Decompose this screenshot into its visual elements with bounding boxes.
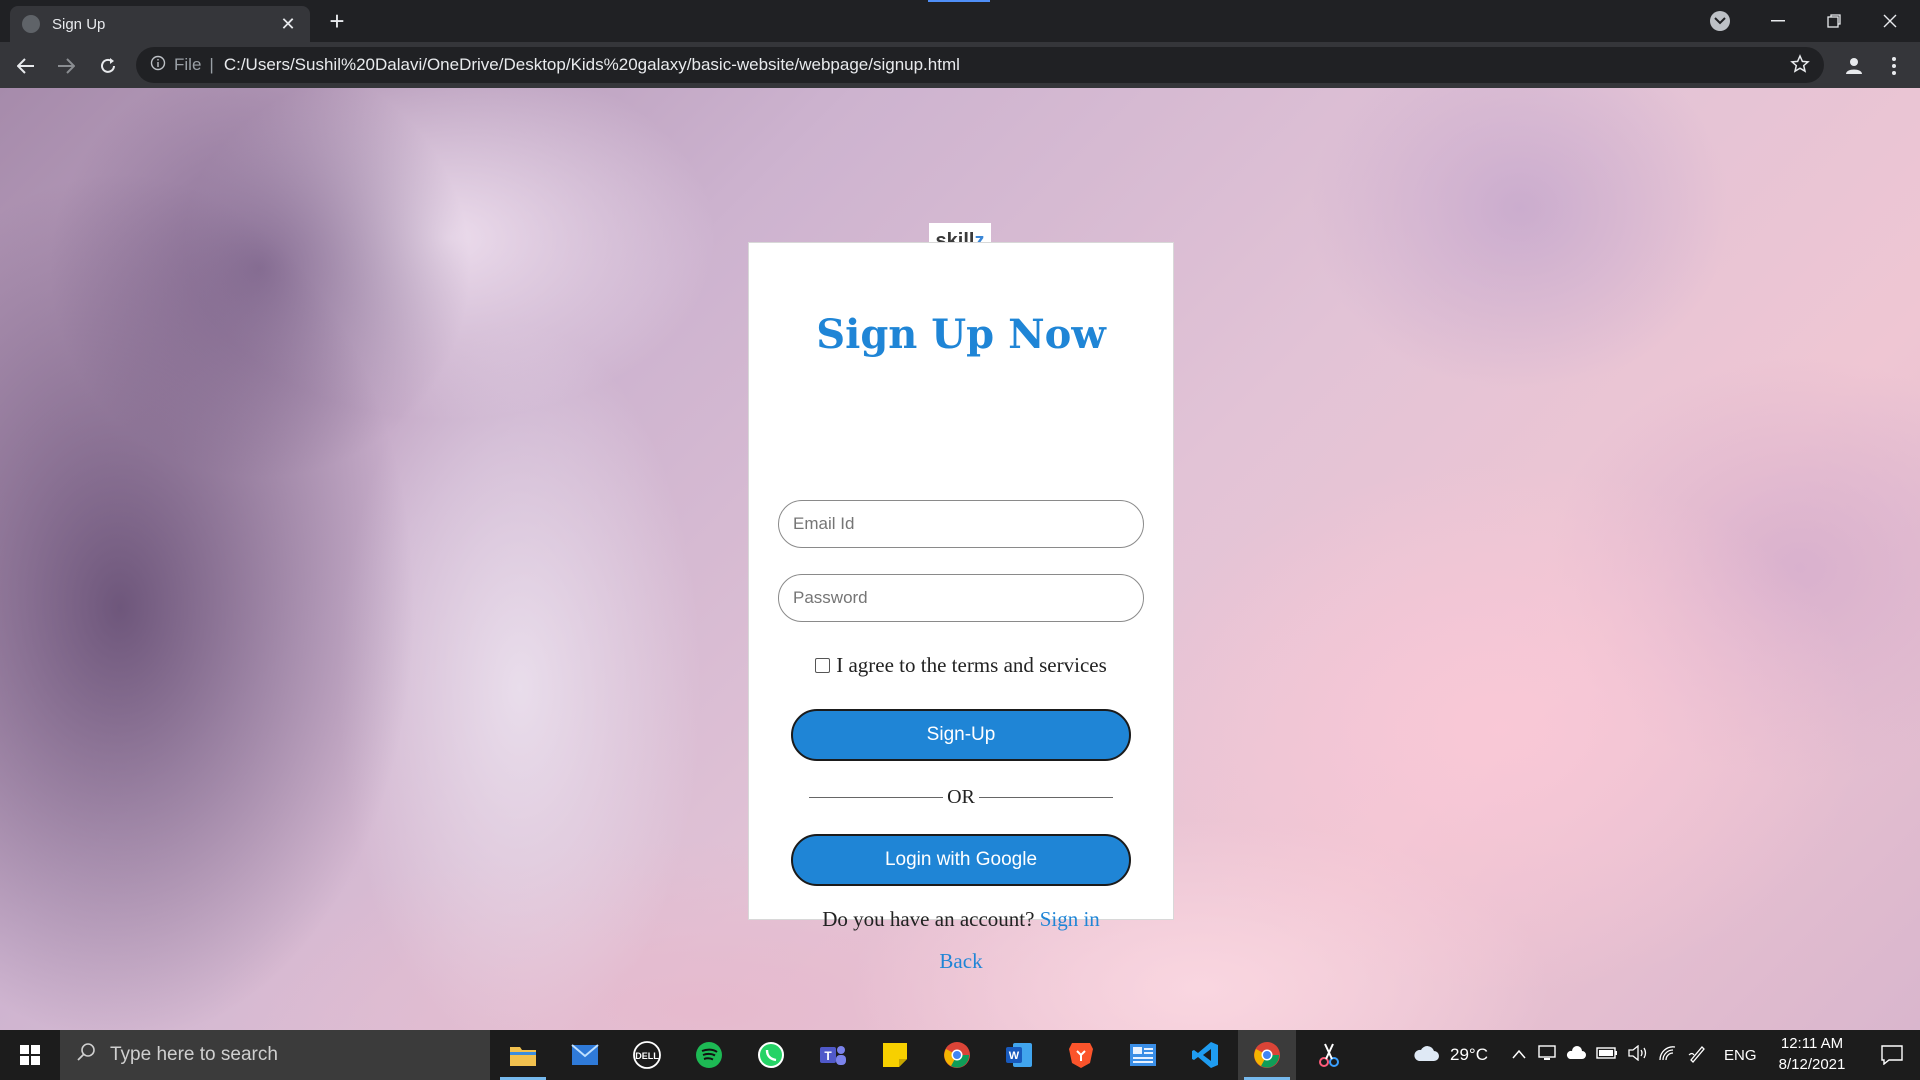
- clock-date: 8/12/2021: [1778, 1056, 1846, 1073]
- close-window-icon[interactable]: [1862, 0, 1918, 42]
- word-icon[interactable]: W: [990, 1030, 1048, 1080]
- divider-line-right: [978, 797, 1114, 798]
- address-separator: |: [209, 55, 214, 74]
- chrome-icon[interactable]: [928, 1030, 986, 1080]
- back-link[interactable]: Back: [749, 949, 1173, 974]
- svg-text:DELL: DELL: [635, 1051, 659, 1061]
- clock-time: 12:11 AM: [1780, 1035, 1844, 1052]
- onedrive-icon[interactable]: [1566, 1045, 1586, 1065]
- address-bar[interactable]: File | C:/Users/Sushil%20Dalavi/OneDrive…: [136, 47, 1824, 83]
- page-title: Sign Up Now: [816, 311, 1106, 358]
- wifi-icon[interactable]: [1658, 1045, 1676, 1066]
- svg-text:T: T: [824, 1049, 832, 1063]
- vscode-icon[interactable]: [1176, 1030, 1234, 1080]
- chrome-icon[interactable]: [1238, 1030, 1296, 1080]
- mail-icon[interactable]: [556, 1030, 614, 1080]
- teams-icon[interactable]: T: [804, 1030, 862, 1080]
- signup-button[interactable]: Sign-Up: [791, 709, 1131, 761]
- signup-card: Sign Up Now I agree to the terms and ser…: [748, 242, 1174, 973]
- or-divider: OR: [809, 786, 1114, 809]
- tab-title: Sign Up: [52, 15, 106, 33]
- chevron-up-icon[interactable]: [1512, 1046, 1526, 1064]
- signin-link[interactable]: Sign in: [1040, 907, 1100, 931]
- back-arrow-icon[interactable]: [10, 50, 42, 82]
- tab-search-icon[interactable]: [1710, 11, 1730, 31]
- reload-icon[interactable]: [92, 50, 124, 82]
- bookmark-star-icon[interactable]: [1790, 54, 1810, 79]
- globe-icon: [22, 15, 40, 33]
- terms-checkbox[interactable]: [815, 658, 831, 673]
- tray-icons: ENG: [1512, 1030, 1757, 1080]
- weather-temperature: 29°C: [1450, 1045, 1488, 1064]
- page-viewport: skillz Sign Up Now I agree to the terms …: [0, 88, 1920, 1030]
- email-field[interactable]: [778, 500, 1144, 548]
- file-scheme-label: File: [174, 55, 202, 74]
- battery-icon[interactable]: [1596, 1046, 1618, 1064]
- brave-icon[interactable]: [1052, 1030, 1110, 1080]
- taskbar-search-input[interactable]: Type here to search: [60, 1030, 490, 1080]
- taskbar: Type here to search DELL T W 29°C ENG 12…: [0, 1030, 1920, 1080]
- snip-icon[interactable]: [1300, 1030, 1358, 1080]
- news-icon[interactable]: [1114, 1030, 1172, 1080]
- sticky-notes-icon[interactable]: [866, 1030, 924, 1080]
- notifications-icon[interactable]: [1864, 1030, 1920, 1080]
- browser-toolbar: File | C:/Users/Sushil%20Dalavi/OneDrive…: [0, 42, 1920, 88]
- or-text: OR: [947, 786, 975, 808]
- browser-tab-bar: Sign Up ✕ +: [0, 0, 1920, 42]
- system-clock[interactable]: 12:11 AM 8/12/2021: [1764, 1033, 1860, 1075]
- account-question: Do you have an account?: [822, 907, 1035, 931]
- cloud-icon: [1412, 1043, 1440, 1068]
- pen-icon[interactable]: [1688, 1043, 1708, 1068]
- svg-text:W: W: [1009, 1050, 1020, 1062]
- spotify-icon[interactable]: [680, 1030, 738, 1080]
- new-tab-button[interactable]: +: [322, 6, 352, 36]
- windows-start-icon[interactable]: [0, 1030, 60, 1080]
- volume-icon[interactable]: [1628, 1044, 1648, 1066]
- google-login-button[interactable]: Login with Google: [791, 834, 1131, 886]
- profile-icon[interactable]: [1838, 50, 1870, 82]
- terms-row: I agree to the terms and services: [749, 653, 1173, 678]
- dell-icon[interactable]: DELL: [618, 1030, 676, 1080]
- forward-arrow-icon[interactable]: [50, 50, 82, 82]
- info-icon[interactable]: [150, 55, 166, 76]
- input-language[interactable]: ENG: [1724, 1047, 1757, 1064]
- restore-icon[interactable]: [1806, 0, 1862, 42]
- account-prompt: Do you have an account? Sign in: [749, 907, 1173, 932]
- file-explorer-icon[interactable]: [494, 1030, 552, 1080]
- divider-line-left: [809, 797, 944, 798]
- weather-widget[interactable]: 29°C: [1412, 1030, 1488, 1080]
- browser-tab[interactable]: Sign Up ✕: [10, 6, 310, 42]
- terms-label[interactable]: I agree to the terms and services: [836, 653, 1107, 678]
- minimize-icon[interactable]: [1750, 0, 1806, 42]
- search-placeholder: Type here to search: [110, 1044, 278, 1065]
- display-icon[interactable]: [1538, 1044, 1556, 1066]
- menu-kebab-icon[interactable]: [1878, 50, 1910, 82]
- search-icon: [76, 1042, 96, 1068]
- password-field[interactable]: [778, 574, 1144, 622]
- whatsapp-icon[interactable]: [742, 1030, 800, 1080]
- tab-strip-accent: [928, 0, 990, 2]
- close-tab-icon[interactable]: ✕: [278, 14, 298, 35]
- address-text[interactable]: C:/Users/Sushil%20Dalavi/OneDrive/Deskto…: [224, 55, 960, 75]
